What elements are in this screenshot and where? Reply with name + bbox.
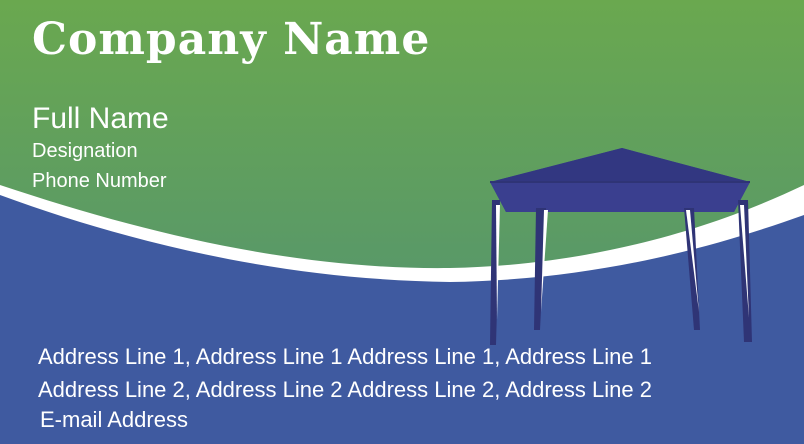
email-address: E-mail Address xyxy=(40,407,188,432)
address-line-1: Address Line 1, Address Line 1 Address L… xyxy=(38,344,652,369)
company-name: Company Name xyxy=(32,14,431,65)
phone-number: Phone Number xyxy=(32,170,167,192)
full-name: Full Name xyxy=(32,102,169,135)
address-line-2: Address Line 2, Address Line 2 Address L… xyxy=(38,377,652,402)
designation: Designation xyxy=(32,140,138,162)
business-card: Company Name Full Name Designation Phone… xyxy=(0,0,804,444)
